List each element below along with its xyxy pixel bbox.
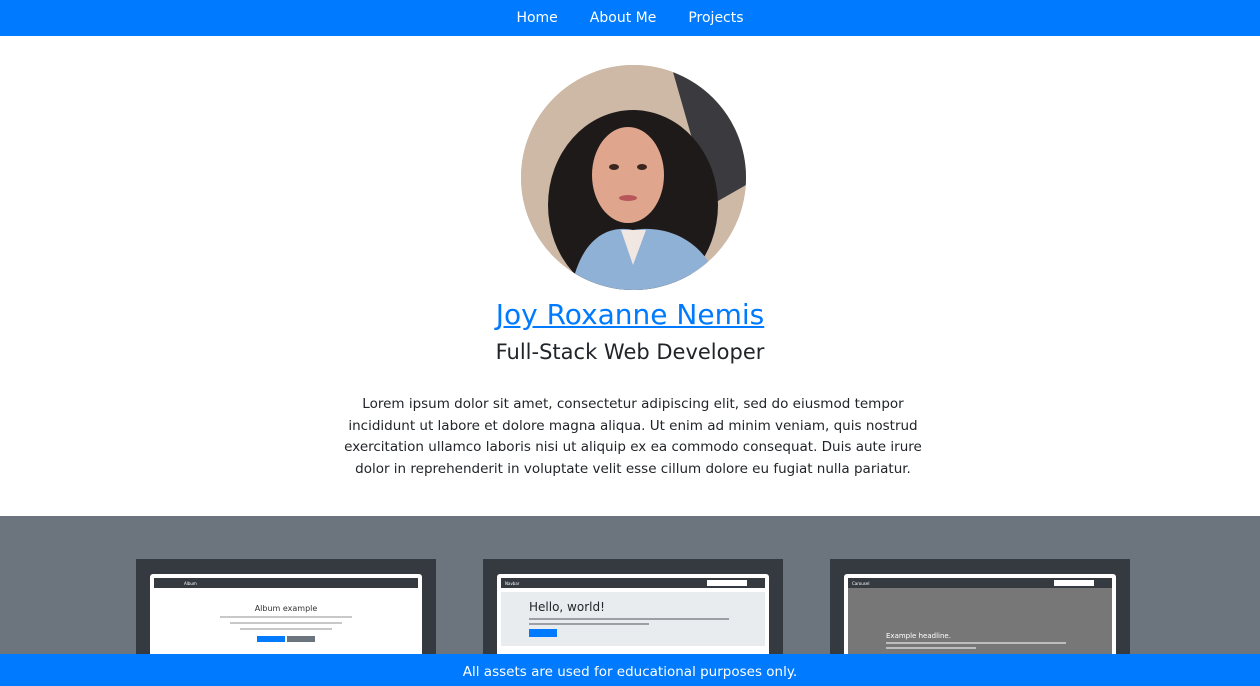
nav-link-projects[interactable]: Projects bbox=[672, 0, 759, 36]
profile-role: Full-Stack Web Developer bbox=[495, 340, 765, 364]
thumbnail-text-line bbox=[886, 642, 1066, 644]
footer-text: All assets are used for educational purp… bbox=[462, 664, 798, 680]
thumbnail-text-line bbox=[886, 647, 976, 649]
thumbnail-navbar: Album bbox=[154, 578, 418, 588]
thumbnail-heading: Example headline. bbox=[886, 632, 951, 640]
site-footer: All assets are used for educational purp… bbox=[0, 654, 1260, 686]
profile-photo-illustration bbox=[521, 65, 746, 290]
thumbnail-primary-button bbox=[257, 636, 285, 642]
thumbnail-secondary-button bbox=[287, 636, 315, 642]
thumbnail-brand: Carousel bbox=[852, 581, 870, 586]
thumbnail-text-line bbox=[220, 616, 352, 618]
thumbnail-search-field bbox=[707, 580, 747, 586]
thumbnail-text-line bbox=[529, 618, 729, 620]
thumbnail-primary-button bbox=[529, 629, 557, 637]
top-navbar: Home About Me Projects bbox=[0, 0, 1260, 36]
thumbnail-navbar: Carousel bbox=[848, 578, 1112, 588]
profile-photo bbox=[521, 65, 746, 290]
thumbnail-brand: Album bbox=[184, 581, 197, 586]
nav-link-home[interactable]: Home bbox=[500, 0, 573, 36]
nav-link-about[interactable]: About Me bbox=[574, 0, 673, 36]
thumbnail-navbar: Navbar bbox=[501, 578, 765, 588]
thumbnail-text-line bbox=[230, 622, 342, 624]
thumbnail-search-field bbox=[1054, 580, 1094, 586]
profile-section: Joy Roxanne Nemis Full-Stack Web Develop… bbox=[0, 36, 1260, 516]
profile-bio: Lorem ipsum dolor sit amet, consectetur … bbox=[344, 396, 922, 477]
thumbnail-heading: Hello, world! bbox=[529, 600, 605, 614]
thumbnail-text-line bbox=[529, 623, 649, 625]
thumbnail-brand: Navbar bbox=[505, 581, 520, 586]
thumbnail-heading: Album example bbox=[254, 604, 318, 613]
profile-name-link[interactable]: Joy Roxanne Nemis bbox=[0, 297, 1260, 333]
thumbnail-text-line bbox=[240, 628, 332, 630]
